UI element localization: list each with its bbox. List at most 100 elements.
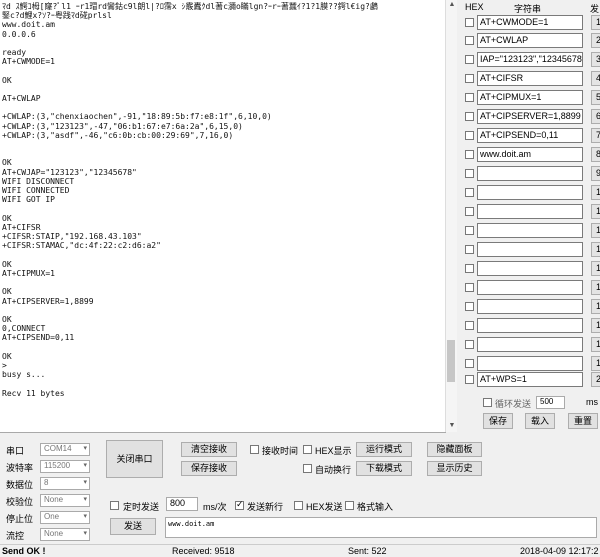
string-input[interactable]: IAP="123123","12345678" (477, 52, 583, 67)
send-interval-input[interactable]: 800 (166, 497, 198, 511)
send-row-button[interactable]: 1 (591, 356, 600, 371)
string-input[interactable]: AT+CWMODE=1 (477, 15, 583, 30)
auto-wrap-checkbox[interactable] (303, 464, 312, 473)
send-row-button[interactable]: 7 (591, 128, 600, 143)
string-input[interactable]: AT+CIPMUX=1 (477, 90, 583, 105)
save-receive-button[interactable]: 保存接收 (181, 461, 237, 476)
receive-time-label: 接收时间 (262, 446, 299, 456)
format-input-checkbox[interactable] (345, 501, 354, 510)
hex-checkbox[interactable] (465, 340, 474, 349)
string-input[interactable]: AT+CIFSR (477, 71, 583, 86)
hide-panel-button[interactable]: 隐藏面板 (427, 442, 482, 457)
send-row-button[interactable]: 6 (591, 109, 600, 124)
send-row-button[interactable]: 8 (591, 147, 600, 162)
status-time: 2018-04-09 12:17:2 (520, 546, 599, 556)
send-input[interactable]: www.doit.am (165, 517, 597, 538)
hex-checkbox[interactable] (465, 359, 474, 368)
string-input[interactable] (477, 204, 583, 219)
scroll-thumb[interactable] (447, 340, 455, 382)
hex-checkbox[interactable] (465, 226, 474, 235)
send-row-button[interactable]: 1 (591, 318, 600, 333)
scroll-up-icon[interactable]: ▲ (448, 1, 456, 9)
hex-checkbox[interactable] (465, 283, 474, 292)
send-row-button[interactable]: 1 (591, 15, 600, 30)
string-input[interactable]: AT+CWLAP (477, 33, 583, 48)
clear-receive-button[interactable]: 清空接收 (181, 442, 237, 457)
string-input[interactable] (477, 299, 583, 314)
parity-select[interactable]: None ▾ (40, 494, 90, 507)
databits-value: 8 (44, 478, 49, 487)
string-input[interactable] (477, 261, 583, 276)
port-value: COM14 (44, 444, 72, 453)
hex-checkbox[interactable] (465, 207, 474, 216)
baud-select[interactable]: 115200 ▾ (40, 460, 90, 473)
show-history-button[interactable]: 显示历史 (427, 461, 482, 476)
hex-checkbox[interactable] (465, 321, 474, 330)
receive-text: ﾏd ｽ鰐ｺ栂[窿?ﾟl1 ｰr1瑁rd鸞鈷c9l朗l|?ﾛ霈x ｼ霰蠹ｸdl蓍… (2, 2, 378, 398)
send-row-button[interactable]: 5 (591, 90, 600, 105)
databits-select[interactable]: 8 ▾ (40, 477, 90, 490)
send-row-button[interactable]: 1 (591, 242, 600, 257)
flow-select[interactable]: None ▾ (40, 528, 90, 541)
hex-checkbox[interactable] (465, 131, 474, 140)
string-input[interactable]: AT+WPS=1 (477, 372, 583, 387)
send-row-button[interactable]: 2 (591, 372, 600, 387)
string-input[interactable] (477, 242, 583, 257)
receive-textarea[interactable]: ﾏd ｽ鰐ｺ栂[窿?ﾟl1 ｰr1瑁rd鸞鈷c9l朗l|?ﾛ霈x ｼ霰蠹ｸdl蓍… (0, 0, 446, 433)
string-input[interactable] (477, 337, 583, 352)
string-input[interactable] (477, 280, 583, 295)
timed-send-checkbox[interactable] (110, 501, 119, 510)
hex-checkbox[interactable] (465, 169, 474, 178)
reset-button[interactable]: 重置 (568, 413, 598, 429)
status-bar: Send OK ! Received: 9518 Sent: 522 2018-… (0, 544, 600, 557)
string-input[interactable] (477, 223, 583, 238)
load-button[interactable]: 载入 (525, 413, 555, 429)
hex-display-checkbox[interactable] (303, 445, 312, 454)
send-row-button[interactable]: 1 (591, 261, 600, 276)
string-input[interactable] (477, 166, 583, 181)
hex-checkbox[interactable] (465, 74, 474, 83)
receive-time-checkbox[interactable] (250, 445, 259, 454)
send-row-button[interactable]: 9 (591, 166, 600, 181)
hex-checkbox[interactable] (465, 93, 474, 102)
close-port-button[interactable]: 关闭串口 (106, 440, 163, 478)
timed-send-label: 定时发送 (123, 502, 160, 512)
send-row-button[interactable]: 1 (591, 204, 600, 219)
send-row-button[interactable]: 1 (591, 280, 600, 295)
loop-interval-input[interactable]: 500 (536, 396, 565, 409)
string-input[interactable]: www.doit.am (477, 147, 583, 162)
send-row-button[interactable]: 1 (591, 185, 600, 200)
string-input[interactable] (477, 356, 583, 371)
string-input[interactable]: AT+CIPSERVER=1,8899 (477, 109, 583, 124)
hex-checkbox[interactable] (465, 188, 474, 197)
send-row-button[interactable]: 1 (591, 299, 600, 314)
send-row-button[interactable]: 2 (591, 33, 600, 48)
hex-checkbox[interactable] (465, 245, 474, 254)
string-input[interactable] (477, 185, 583, 200)
hex-checkbox[interactable] (465, 375, 474, 384)
header-send: 发 (590, 4, 600, 14)
download-mode-button[interactable]: 下载模式 (356, 461, 412, 476)
string-input[interactable] (477, 318, 583, 333)
send-button[interactable]: 发送 (110, 518, 156, 535)
hex-checkbox[interactable] (465, 302, 474, 311)
string-input[interactable]: AT+CIPSEND=0,11 (477, 128, 583, 143)
hex-checkbox[interactable] (465, 150, 474, 159)
save-button[interactable]: 保存 (483, 413, 513, 429)
port-select[interactable]: COM14 ▾ (40, 443, 90, 456)
hex-checkbox[interactable] (465, 55, 474, 64)
hex-checkbox[interactable] (465, 112, 474, 121)
send-row-button[interactable]: 4 (591, 71, 600, 86)
send-row-button[interactable]: 1 (591, 223, 600, 238)
run-mode-button[interactable]: 运行模式 (356, 442, 412, 457)
send-row-button[interactable]: 1 (591, 337, 600, 352)
loop-send-checkbox[interactable] (483, 398, 492, 407)
hex-checkbox[interactable] (465, 264, 474, 273)
scroll-down-icon[interactable]: ▼ (448, 422, 456, 430)
hex-checkbox[interactable] (465, 36, 474, 45)
stopbits-select[interactable]: One ▾ (40, 511, 90, 524)
send-newline-checkbox[interactable] (235, 499, 244, 510)
send-row-button[interactable]: 3 (591, 52, 600, 67)
hex-checkbox[interactable] (465, 18, 474, 27)
hex-send-checkbox[interactable] (294, 501, 303, 510)
